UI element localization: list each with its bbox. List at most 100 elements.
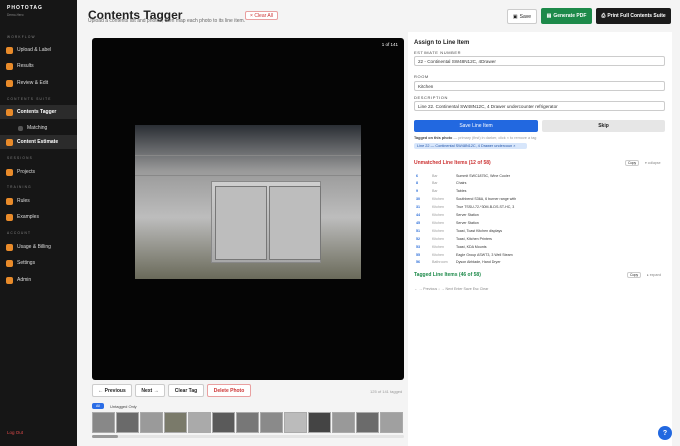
line-item-room: Bar: [432, 173, 438, 178]
brand-logo: PHOTOTAG: [7, 5, 43, 11]
filter-all-button[interactable]: All: [92, 403, 104, 409]
list-item[interactable]: 56 Bathroom Dyson Airblade, Hand Dryer: [416, 259, 666, 266]
sidebar-item-billing[interactable]: Usage & Billing: [0, 240, 77, 254]
list-item[interactable]: 55 Kitchen Eagle Group ASWT3, 3 Well Steam: [416, 251, 666, 258]
sidebar-item-settings[interactable]: Settings: [0, 256, 77, 270]
section-workflow: WORKFLOW: [7, 35, 36, 39]
room-label: ROOM: [414, 74, 429, 79]
thumbnail[interactable]: [308, 412, 331, 433]
description-field[interactable]: Line 22. Continental SW48N12C, 4 Drawer …: [414, 101, 665, 111]
expand-toggle[interactable]: ▸ expand: [647, 273, 661, 277]
sidebar-item-upload[interactable]: Upload & Label: [0, 43, 77, 57]
line-item-desc: Tables: [456, 189, 467, 194]
thumbnail[interactable]: [92, 412, 115, 433]
sidebar-item-content-estimate[interactable]: Content Estimate: [0, 135, 77, 149]
keyboard-shortcuts: ← → Previous ↓ → Next Enter Save Esc Cle…: [414, 287, 489, 291]
list-item[interactable]: 31 Kitchen True TSSU-72-*30M-B-DS-ST-HC, 3: [416, 204, 666, 211]
photo-detail: [135, 155, 361, 156]
sidebar-item-examples[interactable]: Examples: [0, 210, 77, 224]
refrigerator-image: [211, 181, 321, 263]
sidebar-item-rules[interactable]: Rules: [0, 194, 77, 208]
filter-untagged-toggle[interactable]: Untagged Only: [110, 404, 137, 409]
document-icon: [6, 138, 13, 146]
save-line-item-button[interactable]: Save Line Item: [414, 120, 538, 132]
tag-chip[interactable]: Line 22 — Continental SW48N12C, 4 Drawer…: [414, 143, 527, 149]
tagged-on-photo-label: Tagged on this photo — primary (first) i…: [414, 136, 537, 140]
tagged-count: 125 of 141 tagged: [370, 389, 403, 394]
thumbnail[interactable]: [380, 412, 403, 433]
skip-button[interactable]: Skip: [542, 120, 665, 132]
delete-photo-button[interactable]: Delete Photo: [207, 384, 251, 397]
generate-pdf-button[interactable]: ▤ Generate PDF: [541, 8, 592, 24]
line-item-desc: True TSSU-72-*30M-B-DS-ST-HC, 3: [456, 205, 515, 210]
thumbnail[interactable]: [284, 412, 307, 433]
list-item[interactable]: 51 Kitchen Toast, Toast Kitchen displays: [416, 227, 666, 234]
refrigerator-door: [215, 186, 267, 260]
list-item[interactable]: 8 Bar Chairs: [416, 180, 666, 187]
panel-title: Assign to Line Item: [414, 40, 470, 46]
line-item-num: 8: [416, 181, 418, 186]
help-button[interactable]: ?: [658, 426, 672, 440]
list-item[interactable]: 52 Kitchen Toast, Kitchen Printers: [416, 235, 666, 242]
save-button[interactable]: ▣ Save: [507, 9, 537, 24]
thumbnail[interactable]: [236, 412, 259, 433]
thumbnail[interactable]: [260, 412, 283, 433]
clear-tag-button[interactable]: Clear Tag: [168, 384, 204, 397]
line-item-room: Kitchen: [432, 252, 444, 257]
line-item-room: Kitchen: [432, 236, 444, 241]
sidebar-item-matching[interactable]: Matching: [0, 121, 77, 135]
line-item-num: 56: [416, 260, 420, 265]
photo-viewer[interactable]: 1 of 141: [92, 38, 404, 380]
line-item-room: Kitchen: [432, 244, 444, 249]
thumbnail[interactable]: [188, 412, 211, 433]
sidebar-item-contents-tagger[interactable]: Contents Tagger: [0, 105, 77, 119]
line-item-desc: Toast, Kitchen Printers: [456, 236, 492, 241]
previous-button[interactable]: ← Previous: [92, 384, 132, 397]
clear-all-button[interactable]: × Clear All: [245, 11, 278, 20]
line-item-desc: Toast, Toast Kitchen displays: [456, 228, 503, 233]
list-item[interactable]: 44 Kitchen Server Station: [416, 212, 666, 219]
results-icon: [6, 62, 13, 70]
pdf-icon: ▤: [546, 13, 552, 19]
line-item-desc: Southbend S36A, 6 burner range with: [456, 197, 517, 202]
estimate-number-label: ESTIMATE NUMBER: [414, 50, 462, 55]
brand-subtitle: Demo-Hero: [7, 13, 24, 17]
section-contents-suite: CONTENTS SUITE: [7, 97, 52, 101]
room-field[interactable]: Kitchen: [414, 81, 665, 91]
scrollbar-thumb[interactable]: [92, 435, 118, 438]
thumbnail[interactable]: [140, 412, 163, 433]
thumbnail[interactable]: [164, 412, 187, 433]
estimate-number-field[interactable]: 22 - Continental SW48N12C, 4Drawer: [414, 56, 665, 66]
line-item-num: 51: [416, 228, 420, 233]
line-item-room: Kitchen: [432, 197, 444, 202]
thumbnail[interactable]: [212, 412, 235, 433]
copy-tagged-button[interactable]: Copy: [627, 272, 642, 278]
thumbnail[interactable]: [332, 412, 355, 433]
line-item-room: Kitchen: [432, 220, 444, 225]
line-item-desc: Server Station: [456, 220, 479, 225]
copy-unmatched-button[interactable]: Copy: [625, 160, 640, 166]
list-item[interactable]: 45 Kitchen Server Station: [416, 219, 666, 226]
thumbnail-scrollbar[interactable]: [92, 435, 404, 438]
sidebar-item-review[interactable]: Review & Edit: [0, 76, 77, 90]
list-item[interactable]: 53 Kitchen Toast, KDA Mounts: [416, 243, 666, 250]
print-suite-button[interactable]: ⎙ Print Full Contents Suite: [596, 8, 671, 24]
list-item[interactable]: 30 Kitchen Southbend S36A, 6 burner range …: [416, 196, 666, 203]
list-item[interactable]: 9 Bar Tables: [416, 188, 666, 195]
page-subtitle: Upload a contents list and photos, then …: [88, 18, 246, 24]
line-item-desc: Toast, KDA Mounts: [456, 244, 487, 249]
thumbnail[interactable]: [356, 412, 379, 433]
tag-icon: [6, 108, 13, 116]
logout-link[interactable]: Log Out: [7, 430, 23, 435]
sidebar-item-results[interactable]: Results: [0, 59, 77, 73]
list-item[interactable]: 6 Bar Summit SWC1875C, Wine Cooler: [416, 172, 666, 179]
line-item-room: Kitchen: [432, 213, 444, 217]
thumbnail[interactable]: [116, 412, 139, 433]
sidebar-item-projects[interactable]: Projects: [0, 165, 77, 179]
billing-icon: [6, 243, 13, 251]
sidebar-item-admin[interactable]: Admin: [0, 273, 77, 287]
next-button[interactable]: Next →: [135, 384, 165, 397]
line-item-num: 55: [416, 252, 420, 257]
collapse-toggle[interactable]: ▾ collapse: [645, 161, 661, 165]
line-item-room: Kitchen: [432, 205, 444, 210]
